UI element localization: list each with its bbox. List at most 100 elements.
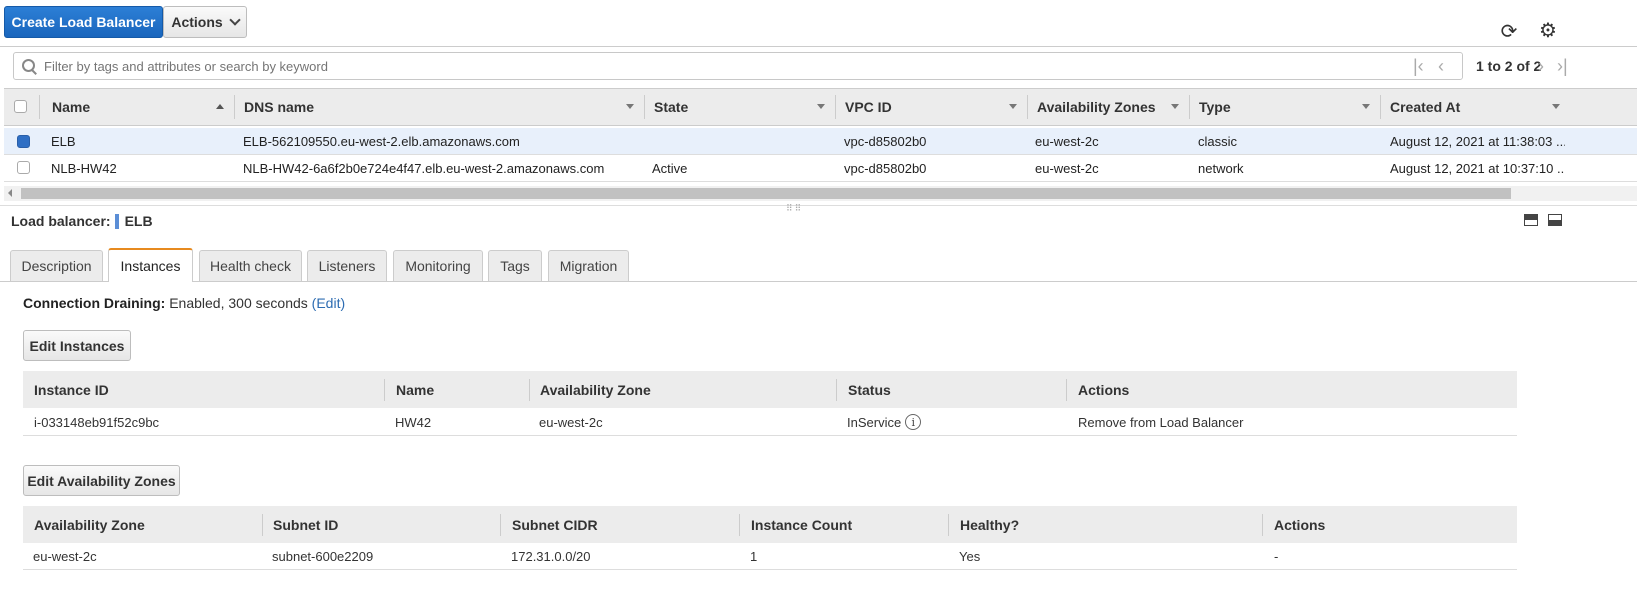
column-header-zone: Availability Zone (34, 516, 145, 533)
subnet-id: subnet-600e2209 (272, 548, 374, 564)
table-row: i-033148eb91f52c9bc HW42 eu-west-2c InSe… (23, 409, 1517, 436)
sort-icon (626, 104, 634, 109)
sort-icon (1009, 104, 1017, 109)
toolbar-divider (0, 46, 1637, 47)
table-row: eu-west-2c subnet-600e2209 172.31.0.0/20… (23, 543, 1517, 570)
select-all-checkbox[interactable] (14, 100, 27, 113)
column-header-instance-name: Name (396, 381, 435, 398)
column-header-name[interactable]: Name (42, 89, 234, 125)
row-checkbox[interactable] (17, 135, 30, 148)
lb-created: August 12, 2021 at 10:37:10 ... (1390, 160, 1565, 176)
first-page-icon[interactable]: |‹ (1413, 54, 1424, 78)
accent-bar (114, 213, 119, 229)
instance-name: HW42 (395, 414, 432, 430)
zone-action: - (1274, 548, 1279, 564)
column-header-instance-actions: Actions (1078, 381, 1130, 398)
lb-dns: ELB-562109550.eu-west-2.elb.amazonaws.co… (243, 133, 520, 149)
instance-status-text: InService (847, 414, 902, 430)
instance-status: InService i (847, 409, 922, 435)
instance-id-link[interactable]: i-033148eb91f52c9bc (34, 409, 159, 435)
tab-description[interactable]: Description (10, 250, 103, 281)
sort-icon (817, 104, 825, 109)
column-header-vpc[interactable]: VPC ID (835, 89, 1027, 125)
gear-icon[interactable]: ⚙ (1537, 19, 1559, 42)
lb-name: NLB-HW42 (51, 160, 117, 176)
column-header-zone-actions: Actions (1274, 516, 1326, 533)
panel-maximize-icon[interactable] (1524, 214, 1538, 226)
zone-name: eu-west-2c (33, 548, 97, 564)
sort-icon (1362, 104, 1370, 109)
tab-migration[interactable]: Migration (548, 250, 629, 281)
lb-state: Active (652, 160, 688, 176)
create-load-balancer-button[interactable]: Create Load Balancer (4, 6, 163, 38)
lb-vpc: vpc-d85802b0 (844, 133, 927, 149)
refresh-icon[interactable]: ⟳ (1498, 20, 1520, 43)
sort-asc-icon (216, 104, 224, 109)
column-header-dns[interactable]: DNS name (234, 89, 644, 125)
remove-from-lb-link[interactable]: Remove from Load Balancer (1078, 409, 1243, 435)
actions-dropdown-button[interactable]: Actions (163, 6, 247, 38)
table-row[interactable]: NLB-HW42 NLB-HW42-6a6f2b0e724e4f47.elb.e… (4, 155, 1637, 182)
tab-tags[interactable]: Tags (488, 250, 542, 281)
column-header-state[interactable]: State (644, 89, 835, 125)
filter-input[interactable] (44, 54, 1462, 78)
zones-table-header: Availability Zone Subnet ID Subnet CIDR … (23, 506, 1517, 543)
load-balancer-label: Load balancer: ELB (11, 213, 153, 229)
sort-icon (1552, 104, 1560, 109)
drag-handle-icon[interactable]: ⠿⠿ (786, 203, 803, 214)
next-page-icon[interactable]: › (1538, 54, 1544, 78)
detail-lb-name: ELB (124, 213, 153, 229)
detail-label: Load balancer: (11, 213, 111, 229)
connection-draining: Connection Draining: Enabled, 300 second… (23, 295, 345, 311)
column-header-subnet-cidr: Subnet CIDR (512, 516, 598, 533)
column-header-healthy: Healthy? (960, 516, 1020, 533)
column-header-created[interactable]: Created At (1380, 89, 1570, 125)
last-page-icon[interactable]: ›| (1557, 54, 1568, 78)
lb-created: August 12, 2021 at 11:38:03 ... (1390, 133, 1565, 149)
healthy-value: Yes (959, 548, 981, 564)
column-header-instance-count: Instance Count (751, 516, 853, 533)
lb-az: eu-west-2c (1035, 133, 1099, 149)
column-header-status: Status (848, 381, 891, 398)
lb-type: network (1198, 160, 1244, 176)
instance-az: eu-west-2c (539, 414, 603, 430)
connection-draining-value: Enabled, 300 seconds (169, 295, 308, 311)
tab-health-check[interactable]: Health check (199, 250, 302, 281)
connection-draining-label: Connection Draining: (23, 295, 166, 311)
instances-table-header: Instance ID Name Availability Zone Statu… (23, 371, 1517, 408)
edit-connection-draining-link[interactable]: (Edit) (312, 295, 345, 311)
prev-page-icon[interactable]: ‹ (1438, 54, 1444, 78)
lb-vpc: vpc-d85802b0 (844, 160, 927, 176)
panel-restore-icon[interactable] (1548, 214, 1562, 226)
column-header-instance-az: Availability Zone (540, 381, 651, 398)
edit-instances-button[interactable]: Edit Instances (23, 330, 131, 361)
column-header-instance-id: Instance ID (34, 381, 109, 398)
instance-count: 1 (750, 548, 758, 564)
lb-az: eu-west-2c (1035, 160, 1099, 176)
search-icon (22, 59, 36, 73)
scroll-left-icon[interactable] (8, 189, 12, 197)
edit-availability-zones-button[interactable]: Edit Availability Zones (23, 465, 180, 496)
tabs-divider (0, 281, 1637, 282)
actions-label: Actions (171, 14, 223, 30)
column-header-type[interactable]: Type (1189, 89, 1380, 125)
filter-box (13, 52, 1463, 80)
table-row[interactable]: ELB ELB-562109550.eu-west-2.elb.amazonaw… (4, 128, 1637, 155)
tab-listeners[interactable]: Listeners (307, 250, 387, 281)
sort-icon (1171, 104, 1179, 109)
info-icon[interactable]: i (905, 414, 922, 430)
lb-name: ELB (51, 133, 76, 149)
tab-instances[interactable]: Instances (108, 248, 193, 282)
subnet-cidr: 172.31.0.0/20 (511, 548, 591, 564)
pagination-text: 1 to 2 of 2 (1476, 58, 1542, 74)
lb-dns: NLB-HW42-6a6f2b0e724e4f47.elb.eu-west-2.… (243, 160, 605, 176)
column-header-subnet-id: Subnet ID (273, 516, 339, 533)
load-balancer-grid-header: Name DNS name State VPC ID Availability … (4, 88, 1637, 126)
column-header-az[interactable]: Availability Zones (1027, 89, 1189, 125)
tab-monitoring[interactable]: Monitoring (393, 250, 483, 281)
row-checkbox[interactable] (17, 161, 30, 174)
panel-splitter[interactable] (0, 205, 1637, 209)
chevron-down-icon (229, 14, 241, 26)
horizontal-scrollbar[interactable] (4, 186, 1637, 201)
scrollbar-thumb[interactable] (21, 188, 1511, 199)
